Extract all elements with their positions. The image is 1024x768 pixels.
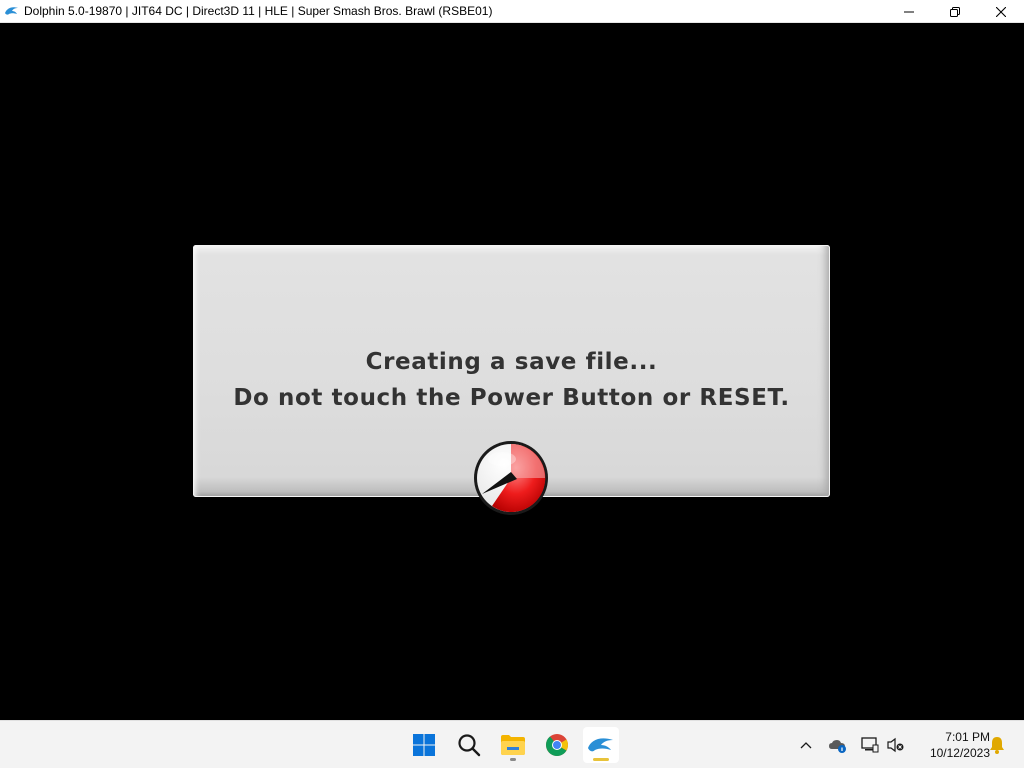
title-bar: Dolphin 5.0-19870 | JIT64 DC | Direct3D …: [0, 0, 1024, 23]
volume-muted-icon: [887, 737, 904, 753]
window-controls: [886, 0, 1024, 23]
window-title: Dolphin 5.0-19870 | JIT64 DC | Direct3D …: [24, 4, 493, 18]
dolphin-icon: [4, 4, 20, 18]
dialog-message-line-1: Creating a save file...: [365, 349, 658, 375]
show-hidden-icons-button[interactable]: [796, 735, 816, 755]
network-icon: [861, 737, 879, 753]
onedrive-tray[interactable]: [828, 735, 848, 755]
start-button[interactable]: [406, 727, 442, 763]
minimize-icon: [904, 11, 914, 12]
active-indicator: [593, 758, 609, 761]
volume-tray[interactable]: [886, 735, 906, 755]
search-icon: [458, 734, 481, 757]
chevron-up-icon: [800, 742, 812, 749]
system-clock[interactable]: 7:01 PM 10/12/2023: [912, 729, 990, 761]
dolphin-icon: [588, 738, 613, 752]
restore-icon: [950, 6, 960, 17]
folder-icon: [501, 735, 525, 755]
dialog-message-line-2: Do not touch the Power Button or RESET.: [233, 385, 790, 411]
taskbar-search-button[interactable]: [451, 727, 487, 763]
save-progress-icon: [474, 441, 548, 515]
onedrive-icon: [829, 740, 846, 753]
notifications-button[interactable]: [987, 735, 1007, 755]
chrome-icon: [546, 734, 568, 756]
running-indicator: [510, 758, 516, 761]
taskbar-file-explorer[interactable]: [495, 727, 531, 763]
clock-date: 10/12/2023: [929, 746, 990, 760]
notification-bell-icon: [990, 737, 1004, 754]
restore-button[interactable]: [932, 0, 978, 23]
windows-start-icon: [413, 734, 435, 756]
game-viewport[interactable]: Creating a save file... Do not touch the…: [0, 23, 1024, 720]
minimize-button[interactable]: [886, 0, 932, 23]
clock-time: 7:01 PM: [945, 730, 990, 744]
taskbar: 7:01 PM 10/12/2023: [0, 720, 1024, 768]
taskbar-chrome[interactable]: [539, 727, 575, 763]
taskbar-dolphin[interactable]: [583, 727, 619, 763]
close-icon: [996, 6, 1006, 17]
network-tray[interactable]: [860, 735, 880, 755]
save-dialog: Creating a save file... Do not touch the…: [193, 245, 830, 515]
close-button[interactable]: [978, 0, 1024, 23]
